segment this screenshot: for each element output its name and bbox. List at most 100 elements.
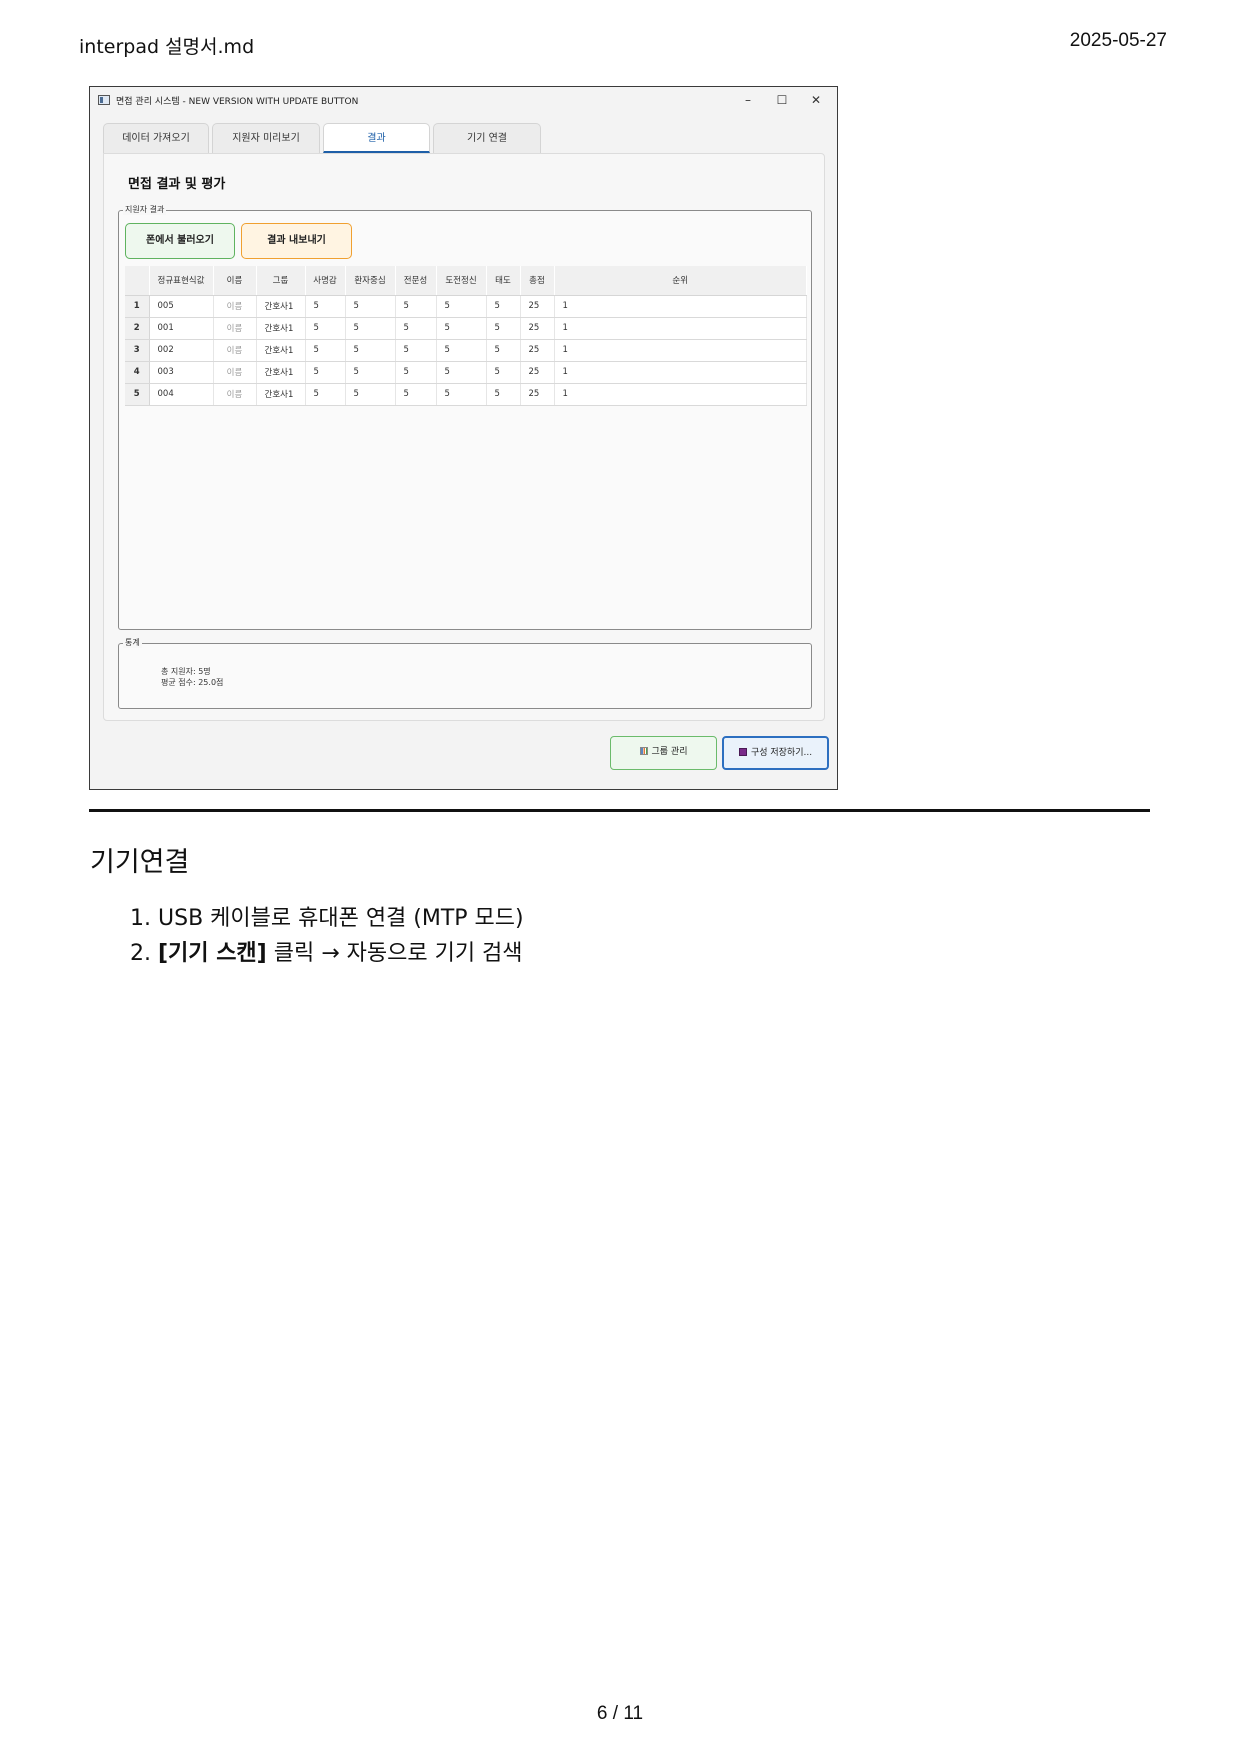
table-cell[interactable]: 25 <box>520 317 555 340</box>
column-header[interactable]: 순위 <box>554 266 807 296</box>
column-header[interactable]: 이름 <box>213 266 257 296</box>
tab-applicant-preview[interactable]: 지원자 미리보기 <box>212 123 320 153</box>
table-cell[interactable]: 1 <box>554 339 807 362</box>
table-cell[interactable]: 1 <box>554 317 807 340</box>
total-applicants-stat: 총 지원자: 5명 <box>161 667 211 676</box>
app-window-screenshot: 면접 관리 시스템 - NEW VERSION WITH UPDATE BUTT… <box>89 86 838 790</box>
list-number: 2. <box>130 941 151 966</box>
column-header[interactable]: 사명감 <box>305 266 346 296</box>
floppy-disk-icon <box>738 748 747 756</box>
table-cell[interactable]: 5 <box>486 339 521 362</box>
table-cell[interactable]: 이름 <box>213 361 257 384</box>
table-cell[interactable]: 1 <box>554 295 807 318</box>
table-cell[interactable]: 5 <box>305 317 346 340</box>
table-cell[interactable]: 5 <box>395 295 437 318</box>
column-header[interactable]: 환자중심 <box>345 266 396 296</box>
table-cell[interactable]: 5 <box>436 339 487 362</box>
table-cell[interactable]: 5 <box>305 361 346 384</box>
table-cell[interactable]: 25 <box>520 339 555 362</box>
average-score-stat: 평균 점수: 25.0점 <box>161 678 224 687</box>
group-management-button[interactable]: 그룹 관리 <box>610 736 717 770</box>
close-icon[interactable]: ✕ <box>801 91 831 109</box>
table-cell[interactable]: 5 <box>395 383 437 406</box>
table-cell[interactable]: 1 <box>554 383 807 406</box>
table-cell[interactable]: 1 <box>554 361 807 384</box>
column-header[interactable]: 도전정신 <box>436 266 487 296</box>
panel-title: 면접 결과 및 평가 <box>128 177 226 192</box>
table-cell[interactable]: 간호사1 <box>256 295 306 318</box>
list-text: USB 케이블로 휴대폰 연결 (MTP 모드) <box>158 906 524 931</box>
table-cell[interactable]: 5 <box>305 339 346 362</box>
minimize-icon[interactable]: – <box>733 91 763 109</box>
table-cell[interactable]: 5 <box>395 361 437 384</box>
horizontal-rule <box>89 809 1150 812</box>
table-header-row: 정규표현식값 이름 그룹 사명감 환자중심 전문성 도전정신 태도 총점 순위 <box>125 266 807 296</box>
table-cell[interactable]: 5 <box>395 339 437 362</box>
group-management-label: 그룹 관리 <box>651 747 688 757</box>
column-header <box>125 266 150 296</box>
load-from-phone-button[interactable]: 폰에서 불러오기 <box>125 223 235 259</box>
tab-device-connection[interactable]: 기기 연결 <box>433 123 541 153</box>
table-row[interactable]: 4 003 이름 간호사1 5 5 5 5 5 25 1 <box>125 361 807 384</box>
column-header[interactable]: 총점 <box>520 266 555 296</box>
save-config-label: 구성 저장하기... <box>750 748 813 758</box>
table-cell[interactable]: 5 <box>395 317 437 340</box>
table-cell[interactable]: 5 <box>486 317 521 340</box>
table-cell[interactable]: 5 <box>345 383 396 406</box>
tab-results[interactable]: 결과 <box>323 123 430 153</box>
table-row[interactable]: 1 005 이름 간호사1 5 5 5 5 5 25 1 <box>125 295 807 318</box>
table-cell[interactable]: 5 <box>486 361 521 384</box>
table-cell[interactable]: 5 <box>305 383 346 406</box>
table-cell[interactable]: 25 <box>520 361 555 384</box>
results-panel: 면접 결과 및 평가 지원자 결과 폰에서 불러오기 결과 내보내기 정규표현식… <box>103 153 825 721</box>
table-cell[interactable]: 간호사1 <box>256 383 306 406</box>
document-date: 2025-05-27 <box>1069 30 1167 51</box>
list-number: 1. <box>130 906 151 931</box>
table-cell[interactable]: 5 <box>345 339 396 362</box>
window-title: 면접 관리 시스템 - NEW VERSION WITH UPDATE BUTT… <box>116 97 359 107</box>
table-row[interactable]: 2 001 이름 간호사1 5 5 5 5 5 25 1 <box>125 317 807 340</box>
table-cell[interactable]: 004 <box>149 383 214 406</box>
row-number: 4 <box>125 361 150 384</box>
table-cell[interactable]: 이름 <box>213 383 257 406</box>
table-cell[interactable]: 간호사1 <box>256 339 306 362</box>
row-number: 5 <box>125 383 150 406</box>
table-cell[interactable]: 5 <box>486 295 521 318</box>
table-cell[interactable]: 002 <box>149 339 214 362</box>
export-results-button[interactable]: 결과 내보내기 <box>241 223 352 259</box>
table-cell[interactable]: 25 <box>520 295 555 318</box>
row-number: 2 <box>125 317 150 340</box>
column-header[interactable]: 그룹 <box>256 266 306 296</box>
maximize-icon[interactable]: ☐ <box>767 91 797 109</box>
table-row[interactable]: 3 002 이름 간호사1 5 5 5 5 5 25 1 <box>125 339 807 362</box>
page-number: 6 / 11 <box>596 1703 644 1724</box>
table-cell[interactable]: 간호사1 <box>256 317 306 340</box>
table-cell[interactable]: 5 <box>345 361 396 384</box>
tab-data-import[interactable]: 데이터 가져오기 <box>103 123 209 153</box>
table-cell[interactable]: 5 <box>305 295 346 318</box>
table-cell[interactable]: 25 <box>520 383 555 406</box>
table-cell[interactable]: 005 <box>149 295 214 318</box>
table-cell[interactable]: 이름 <box>213 295 257 318</box>
table-cell[interactable]: 5 <box>436 295 487 318</box>
table-cell[interactable]: 5 <box>436 361 487 384</box>
table-cell[interactable]: 5 <box>436 383 487 406</box>
table-cell[interactable]: 이름 <box>213 317 257 340</box>
column-header[interactable]: 정규표현식값 <box>149 266 214 296</box>
table-row[interactable]: 5 004 이름 간호사1 5 5 5 5 5 25 1 <box>125 383 807 406</box>
table-cell[interactable]: 5 <box>345 295 396 318</box>
results-table: 정규표현식값 이름 그룹 사명감 환자중심 전문성 도전정신 태도 총점 순위 … <box>125 266 807 406</box>
list-item: 1. USB 케이블로 휴대폰 연결 (MTP 모드) <box>130 900 524 935</box>
table-cell[interactable]: 001 <box>149 317 214 340</box>
table-cell[interactable]: 이름 <box>213 339 257 362</box>
applicant-results-group: 지원자 결과 폰에서 불러오기 결과 내보내기 정규표현식값 이름 그룹 사명감… <box>118 204 812 630</box>
table-cell[interactable]: 5 <box>436 317 487 340</box>
table-cell[interactable]: 5 <box>345 317 396 340</box>
list-text: 클릭 → 자동으로 기기 검색 <box>266 941 523 966</box>
save-config-button[interactable]: 구성 저장하기... <box>722 736 829 770</box>
table-cell[interactable]: 5 <box>486 383 521 406</box>
column-header[interactable]: 전문성 <box>395 266 437 296</box>
column-header[interactable]: 태도 <box>486 266 521 296</box>
table-cell[interactable]: 간호사1 <box>256 361 306 384</box>
table-cell[interactable]: 003 <box>149 361 214 384</box>
